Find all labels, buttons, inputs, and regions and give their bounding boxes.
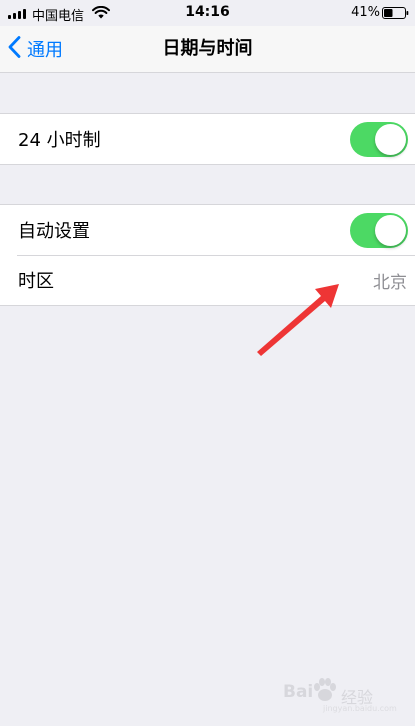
setting-value-timezone: 北京 bbox=[373, 272, 407, 293]
settings-group-auto-time: 自动设置 时区 北京 bbox=[0, 204, 415, 306]
status-bar: 中国电信 14:16 41% bbox=[0, 0, 415, 26]
navigation-bar: 通用 日期与时间 bbox=[0, 26, 415, 73]
arrow-annotation-icon bbox=[255, 282, 343, 362]
baidu-watermark: Bai 经验 jingyan.baidu.com bbox=[283, 676, 401, 716]
setting-row-auto-set: 自动设置 bbox=[0, 205, 415, 255]
settings-group-time-format: 24 小时制 bbox=[0, 113, 415, 165]
setting-row-timezone[interactable]: 时区 北京 bbox=[0, 255, 415, 305]
toggle-auto-set[interactable] bbox=[350, 212, 408, 248]
page-title: 日期与时间 bbox=[162, 38, 253, 59]
setting-row-24-hour: 24 小时制 bbox=[0, 114, 415, 164]
setting-label-24-hour: 24 小时制 bbox=[18, 130, 101, 151]
toggle-24-hour[interactable] bbox=[350, 121, 408, 157]
watermark-url: jingyan.baidu.com bbox=[323, 704, 397, 713]
setting-label-timezone: 时区 bbox=[18, 271, 54, 292]
battery-icon bbox=[382, 7, 409, 23]
setting-label-auto-set: 自动设置 bbox=[18, 221, 90, 242]
toggle-knob bbox=[375, 123, 406, 155]
toggle-knob bbox=[375, 214, 406, 246]
battery-percentage: 41% bbox=[351, 5, 380, 20]
watermark-brand: Bai bbox=[283, 682, 314, 702]
